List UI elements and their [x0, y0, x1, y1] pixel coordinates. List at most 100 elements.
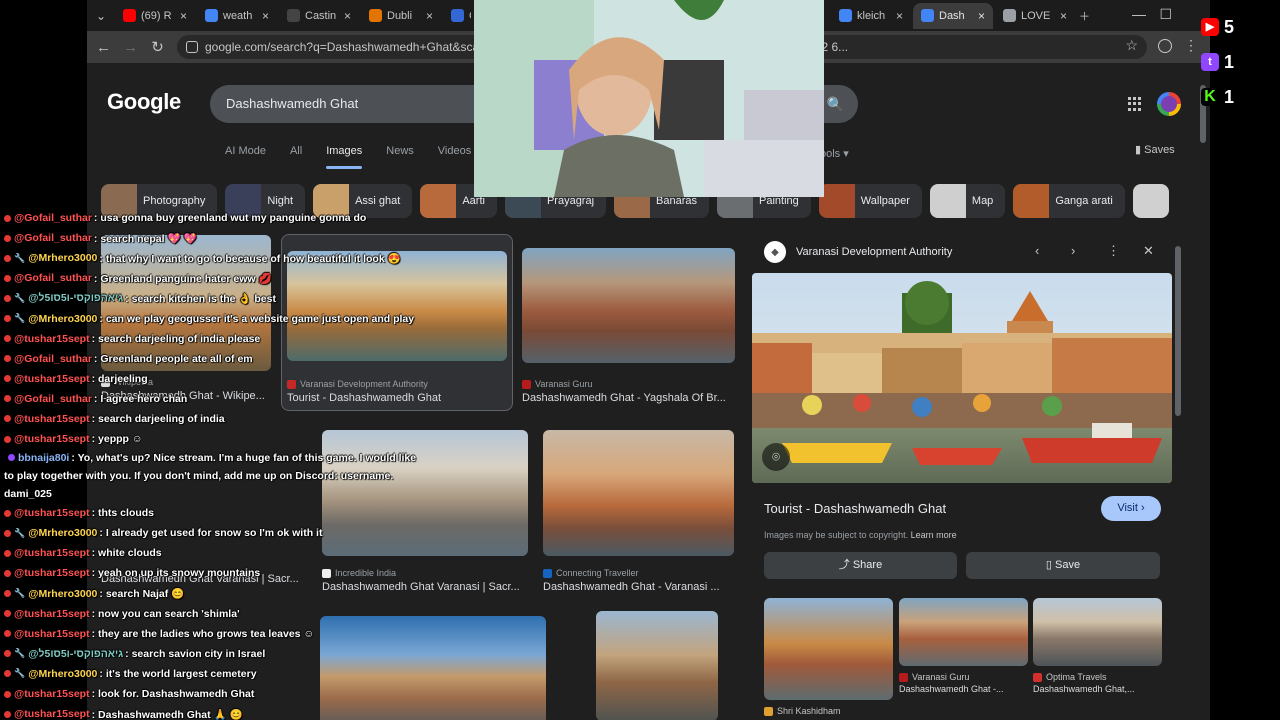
more-chips[interactable]	[1132, 184, 1169, 218]
related-title[interactable]: Dashashwamedh Ghat -...	[899, 684, 1028, 694]
youtube-count: 5	[1223, 16, 1234, 37]
youtube-badge-icon	[4, 254, 11, 262]
google-lens-icon[interactable]: ⌾	[762, 443, 790, 471]
saves-button[interactable]: ▮ Saves	[1135, 143, 1175, 156]
chip-thumbnail	[420, 184, 457, 218]
chat-text: : white clouds	[91, 547, 162, 560]
visit-button[interactable]: Visit ›	[1101, 496, 1161, 521]
result-title[interactable]: Dashashwamedh Ghat - Varanasi ...	[543, 581, 734, 593]
chat-overlay: @Gofail_suthar: usa gonna buy greenland …	[0, 208, 420, 720]
google-apps-icon[interactable]	[1128, 97, 1142, 111]
browser-menu-icon[interactable]: ⋮	[1184, 37, 1198, 54]
close-tab-icon[interactable]: ×	[426, 9, 433, 23]
chat-username: @tushar15sept	[14, 372, 90, 385]
tab-videos[interactable]: Videos	[438, 145, 471, 169]
site-info-icon[interactable]	[186, 41, 198, 53]
preview-image[interactable]	[752, 273, 1172, 483]
related-title[interactable]: Dashashwamedh Ghat,...	[1033, 684, 1162, 694]
forward-icon[interactable]: →	[117, 39, 144, 56]
more-options-icon[interactable]: ⋮	[1107, 243, 1120, 259]
close-tab-icon[interactable]: ×	[978, 9, 985, 23]
chat-text: : darjeeling	[91, 372, 148, 385]
generic-icon	[1003, 9, 1016, 22]
result-image[interactable]	[522, 248, 735, 363]
tab-ai-mode[interactable]: AI Mode	[225, 145, 266, 169]
related-thumb[interactable]	[764, 598, 893, 700]
related-image[interactable]: Shri Kashidham	[764, 598, 893, 716]
minimize-icon[interactable]: —	[1132, 6, 1146, 22]
close-tab-icon[interactable]: ×	[180, 9, 187, 23]
tab-news[interactable]: News	[386, 145, 414, 169]
browser-tab[interactable]: Dubli ×	[361, 3, 441, 29]
result-card[interactable]	[596, 611, 718, 720]
reload-icon[interactable]: ↻	[144, 38, 171, 56]
browser-tab[interactable]: Castin ×	[279, 3, 359, 29]
close-tab-icon[interactable]: ×	[344, 9, 351, 23]
youtube-badge-icon	[4, 395, 11, 403]
varanasi-guru-icon	[899, 672, 908, 682]
new-tab-button[interactable]: ＋	[1075, 3, 1097, 29]
back-icon[interactable]: ←	[90, 39, 117, 56]
profile-icon[interactable]	[1158, 39, 1172, 53]
prev-image-icon[interactable]: ‹	[1035, 243, 1039, 258]
youtube-badge-icon	[4, 529, 11, 537]
result-card[interactable]: Varanasi Guru Dashashwamedh Ghat - Yagsh…	[522, 248, 735, 404]
chat-text: : Greenland panguine hater eww 💋	[93, 272, 272, 285]
related-thumb[interactable]	[899, 598, 1028, 666]
youtube-icon	[123, 9, 136, 22]
browser-tab[interactable]: (69) R ×	[115, 3, 195, 29]
panel-title[interactable]: Tourist - Dashashwamedh Ghat	[764, 501, 946, 516]
youtube-badge-icon	[4, 610, 11, 618]
browser-tab[interactable]: weath ×	[197, 3, 277, 29]
moderator-icon: 🔧	[14, 252, 26, 263]
youtube-badge-icon	[4, 509, 11, 517]
browser-tab[interactable]: kleich ×	[831, 3, 911, 29]
panel-header[interactable]: ◆ Varanasi Development Authority	[764, 241, 952, 263]
share-button[interactable]: ⤴ Share	[764, 552, 957, 579]
tab-label: weath	[223, 9, 253, 22]
filter-chip[interactable]: Map	[929, 184, 1006, 218]
result-image[interactable]	[596, 611, 718, 720]
related-thumb[interactable]	[1033, 598, 1162, 666]
filter-chip[interactable]: Wallpaper	[818, 184, 922, 218]
chat-username: @tushar15sept	[14, 332, 90, 345]
generic-icon	[451, 9, 464, 22]
browser-tab[interactable]: Dash ×	[913, 2, 993, 29]
tab-label: Dash	[939, 9, 965, 22]
chat-username: @Gofail_suthar	[14, 352, 92, 365]
result-image[interactable]	[543, 430, 734, 556]
close-tab-icon[interactable]: ×	[262, 9, 269, 23]
chat-message: @Gofail_suthar: Greenland people ate all…	[0, 349, 420, 369]
learn-more-link[interactable]: Learn more	[911, 530, 957, 540]
tab-search-button[interactable]: ⌄	[87, 9, 115, 23]
result-title[interactable]: Dashashwamedh Ghat - Yagshala Of Br...	[522, 392, 735, 404]
search-query: Dashashwamedh Ghat	[226, 96, 359, 111]
close-tab-icon[interactable]: ×	[1060, 9, 1067, 23]
close-tab-icon[interactable]: ×	[896, 9, 903, 23]
related-image[interactable]: Optima Travels Dashashwamedh Ghat,...	[1033, 598, 1162, 694]
browser-tab[interactable]: LOVE ×	[995, 3, 1075, 29]
maximize-icon[interactable]: ☐	[1159, 6, 1172, 23]
google-logo[interactable]: Google	[107, 89, 181, 115]
tools-button[interactable]: ools ▾	[820, 147, 849, 160]
filter-chip[interactable]: Ganga arati	[1013, 184, 1125, 218]
related-image[interactable]: Varanasi Guru Dashashwamedh Ghat -...	[899, 598, 1028, 694]
tab-all[interactable]: All	[290, 145, 302, 169]
tab-images[interactable]: Images	[326, 145, 362, 169]
stream-viewer-counts: ▶ 5 t 1 K 1	[1201, 16, 1280, 121]
search-icon[interactable]: 🔍	[827, 85, 844, 123]
chip-label: Photography	[143, 195, 206, 207]
panel-source[interactable]: Varanasi Development Authority	[796, 246, 952, 258]
chat-username: @tushar15sept	[14, 607, 90, 620]
next-image-icon[interactable]: ›	[1071, 243, 1075, 258]
panel-scrollbar[interactable]	[1175, 246, 1181, 416]
chat-message: 🔧 @Mrhero3000: that why I want to go to b…	[0, 248, 420, 268]
save-button[interactable]: ▯ Save	[966, 552, 1160, 579]
bookmark-star-icon[interactable]: ☆	[1125, 37, 1138, 54]
chip-label: Wallpaper	[860, 195, 910, 207]
youtube-badge-icon	[4, 630, 11, 638]
browser-tab[interactable]: Ga×	[443, 3, 471, 29]
result-card[interactable]: Connecting Traveller Dashashwamedh Ghat …	[543, 430, 734, 593]
account-avatar[interactable]	[1157, 92, 1181, 116]
close-icon[interactable]: ✕	[1143, 243, 1154, 259]
